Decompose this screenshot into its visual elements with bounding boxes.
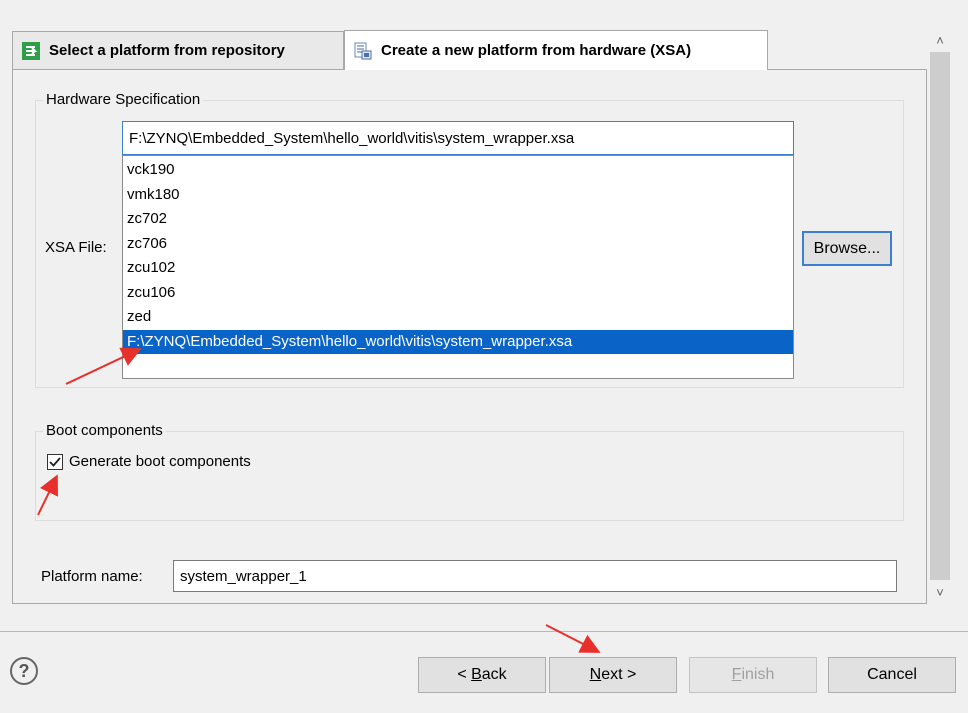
next-button[interactable]: Next > — [549, 657, 677, 693]
hardware-xsa-icon — [353, 41, 373, 61]
finish-button-label: Finish — [731, 666, 775, 683]
back-button[interactable]: < Back — [418, 657, 546, 693]
boot-components-group — [35, 431, 904, 521]
cancel-button-label: Cancel — [867, 666, 917, 683]
cancel-button[interactable]: Cancel — [828, 657, 956, 693]
scroll-down-icon[interactable]: ˅ — [928, 582, 952, 602]
dropdown-option[interactable]: vck190 — [123, 158, 793, 183]
vertical-scrollbar[interactable]: ˄ ˅ — [928, 28, 952, 604]
tab-label-repository: Select a platform from repository — [49, 42, 285, 59]
xsa-file-label: XSA File: — [45, 239, 107, 256]
tab-create-platform-hardware[interactable]: Create a new platform from hardware (XSA… — [344, 30, 768, 70]
dropdown-option[interactable]: vmk180 — [123, 183, 793, 208]
boot-components-title: Boot components — [43, 422, 166, 439]
platform-name-label: Platform name: — [41, 568, 143, 585]
next-button-label: Next > — [589, 666, 637, 683]
tab-select-platform-repository[interactable]: Select a platform from repository — [12, 31, 344, 69]
tab-label-hardware: Create a new platform from hardware (XSA… — [381, 42, 692, 59]
annotation-arrow-next — [545, 624, 601, 653]
platform-wizard-panel: Hardware Specification XSA File: F:\ZYNQ… — [12, 69, 927, 604]
browse-button[interactable]: Browse... — [802, 231, 892, 266]
footer-separator — [0, 631, 968, 632]
dropdown-option[interactable]: zcu106 — [123, 281, 793, 306]
finish-button[interactable]: Finish — [689, 657, 817, 693]
xsa-file-input[interactable]: F:\ZYNQ\Embedded_System\hello_world\viti… — [122, 121, 794, 155]
dropdown-option[interactable]: zc702 — [123, 207, 793, 232]
platform-name-input[interactable]: system_wrapper_1 — [173, 560, 897, 592]
scrollbar-thumb[interactable] — [930, 52, 950, 580]
xsa-file-dropdown-list[interactable]: vck190 vmk180 zc702 zc706 zcu102 zcu106 zed F:\… — [122, 155, 794, 379]
hardware-specification-title: Hardware Specification — [43, 91, 204, 108]
dropdown-option[interactable]: zcu102 — [123, 256, 793, 281]
checkmark-icon — [49, 457, 61, 467]
scroll-up-icon[interactable]: ˄ — [928, 30, 952, 50]
dropdown-option[interactable]: F:\ZYNQ\Embedded_System\hello_world\viti… — [123, 329, 793, 354]
help-icon[interactable]: ? — [10, 657, 38, 685]
dropdown-option[interactable]: zc706 — [123, 232, 793, 257]
generate-boot-label[interactable]: Generate boot components — [69, 453, 251, 470]
generate-boot-checkbox[interactable] — [47, 454, 63, 470]
dropdown-option[interactable]: zed — [123, 305, 793, 330]
back-button-label: < Back — [457, 666, 507, 683]
repository-icon — [21, 41, 41, 61]
